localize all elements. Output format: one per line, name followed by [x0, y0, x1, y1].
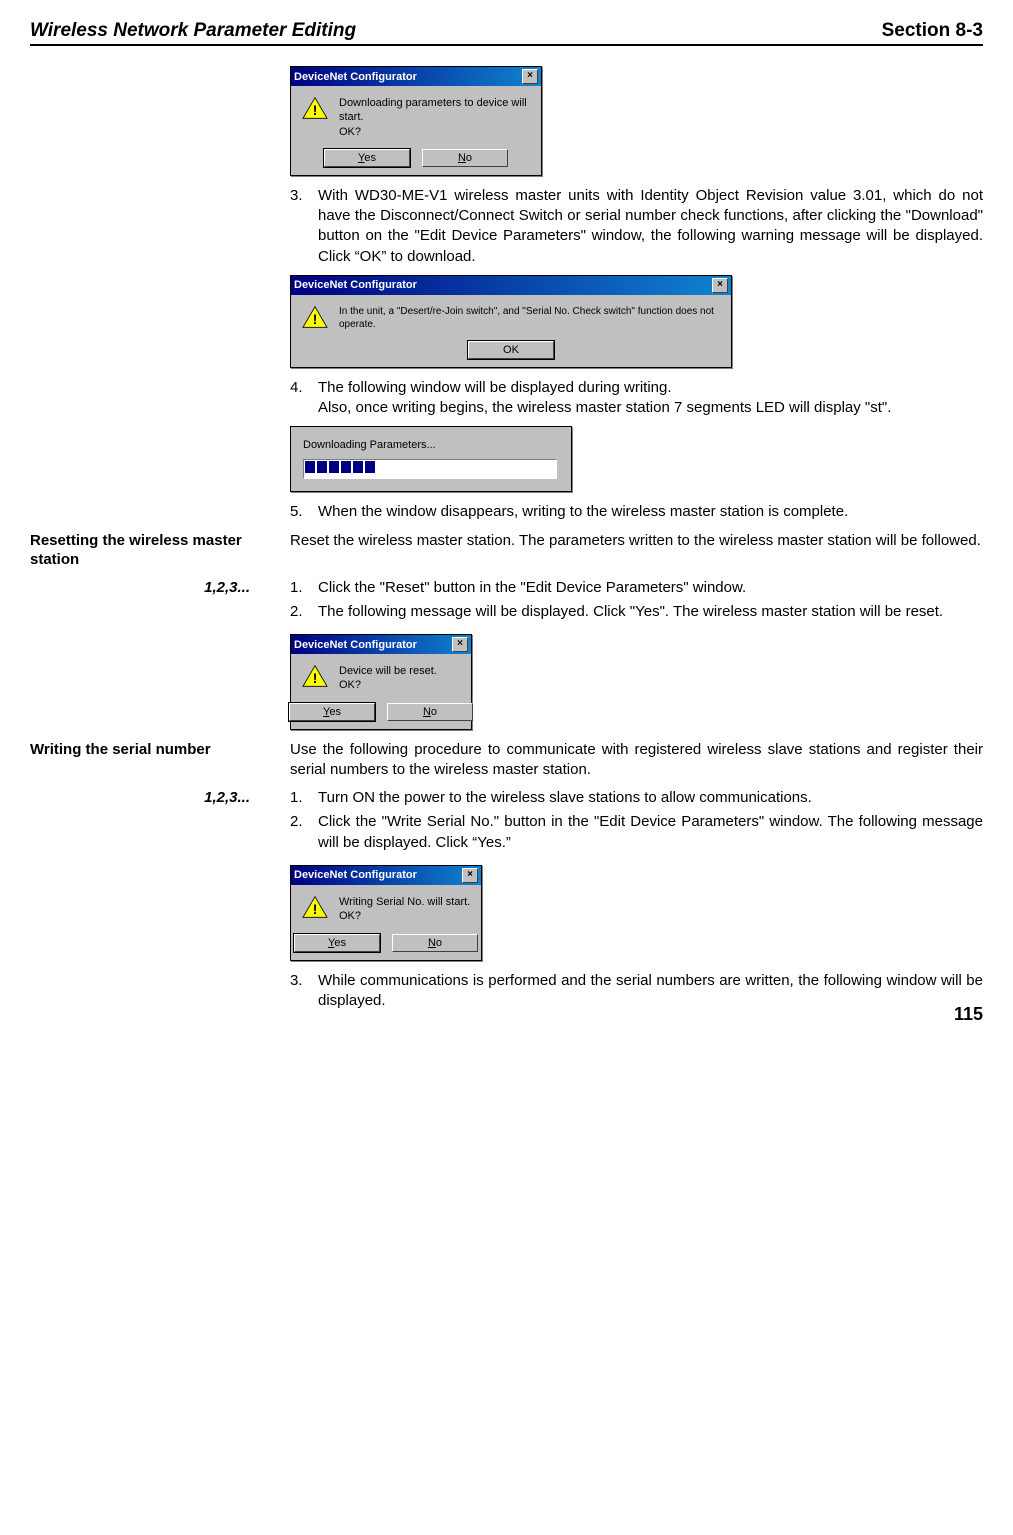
ok-button[interactable]: OK — [468, 341, 554, 359]
step-5: 5. When the window disappears, writing t… — [290, 502, 983, 522]
dialog-title: DeviceNet Configurator — [294, 869, 417, 881]
step-number: 2. — [290, 812, 318, 853]
step-number: 3. — [290, 971, 318, 1012]
steps-label: 1,2,3... — [30, 788, 270, 808]
dialog-message: In the unit, a "Desert/re-Join switch", … — [339, 305, 721, 331]
step-number: 1. — [290, 578, 318, 598]
step-text: With WD30-ME-V1 wireless master units wi… — [318, 186, 983, 267]
dialog-titlebar: DeviceNet Configurator × — [291, 276, 731, 295]
section-heading-serial: Writing the serial number — [30, 740, 270, 760]
section-intro: Reset the wireless master station. The p… — [290, 531, 983, 551]
page-number: 115 — [954, 1004, 983, 1025]
dialog-message: Downloading parameters to device will st… — [339, 96, 531, 139]
svg-text:!: ! — [313, 103, 318, 118]
warning-icon: ! — [301, 96, 329, 120]
dialog-title: DeviceNet Configurator — [294, 639, 417, 651]
dialog-titlebar: DeviceNet Configurator × — [291, 866, 481, 885]
progress-label: Downloading Parameters... — [303, 439, 559, 451]
yes-button[interactable]: Yes — [294, 934, 380, 952]
dialog-titlebar: DeviceNet Configurator × — [291, 635, 471, 654]
dialog-titlebar: DeviceNet Configurator × — [291, 67, 541, 86]
reset-step-1: 1. Click the "Reset" button in the "Edit… — [290, 578, 983, 598]
dialog-title: DeviceNet Configurator — [294, 279, 417, 291]
warning-icon: ! — [301, 664, 329, 688]
progress-dialog: Downloading Parameters... — [290, 426, 572, 492]
step-text: The following message will be displayed.… — [318, 602, 983, 622]
write-serial-dialog: DeviceNet Configurator × ! Writing Seria… — [290, 865, 482, 961]
no-button[interactable]: No — [422, 149, 508, 167]
serial-step-1: 1. Turn ON the power to the wireless sla… — [290, 788, 983, 808]
step-number: 4. — [290, 378, 318, 419]
close-icon[interactable]: × — [522, 69, 538, 84]
progress-bar — [303, 459, 557, 479]
step-text: Click the "Write Serial No." button in t… — [318, 812, 983, 853]
svg-text:!: ! — [313, 671, 318, 686]
step-text: When the window disappears, writing to t… — [318, 502, 983, 522]
no-button[interactable]: No — [387, 703, 473, 721]
no-button[interactable]: No — [392, 934, 478, 952]
yes-button[interactable]: Yes — [289, 703, 375, 721]
svg-text:!: ! — [313, 902, 318, 917]
dialog-message: Writing Serial No. will start. OK? — [339, 895, 470, 924]
step-text: While communications is performed and th… — [318, 971, 983, 1012]
svg-text:!: ! — [313, 312, 318, 327]
dialog-message: Device will be reset. OK? — [339, 664, 437, 693]
step-text: The following window will be displayed d… — [318, 378, 983, 419]
step-3: 3. With WD30-ME-V1 wireless master units… — [290, 186, 983, 267]
reset-step-2: 2. The following message will be display… — [290, 602, 983, 622]
step-4: 4. The following window will be displaye… — [290, 378, 983, 419]
header-title: Wireless Network Parameter Editing — [30, 20, 356, 42]
warning-dialog: DeviceNet Configurator × ! In the unit, … — [290, 275, 732, 368]
close-icon[interactable]: × — [452, 637, 468, 652]
dialog-title: DeviceNet Configurator — [294, 71, 417, 83]
step-number: 3. — [290, 186, 318, 267]
yes-button[interactable]: Yes — [324, 149, 410, 167]
warning-icon: ! — [301, 895, 329, 919]
page-header: Wireless Network Parameter Editing Secti… — [30, 20, 983, 46]
serial-step-3: 3. While communications is performed and… — [290, 971, 983, 1012]
reset-confirm-dialog: DeviceNet Configurator × ! Device will b… — [290, 634, 472, 730]
step-number: 1. — [290, 788, 318, 808]
download-confirm-dialog: DeviceNet Configurator × ! Downloading p… — [290, 66, 542, 176]
section-heading-reset: Resetting the wireless master station — [30, 531, 270, 570]
header-section: Section 8-3 — [882, 20, 983, 42]
step-text: Turn ON the power to the wireless slave … — [318, 788, 983, 808]
section-intro: Use the following procedure to communica… — [290, 740, 983, 781]
step-number: 5. — [290, 502, 318, 522]
warning-icon: ! — [301, 305, 329, 329]
close-icon[interactable]: × — [712, 278, 728, 293]
steps-label: 1,2,3... — [30, 578, 270, 598]
step-text: Click the "Reset" button in the "Edit De… — [318, 578, 983, 598]
step-number: 2. — [290, 602, 318, 622]
close-icon[interactable]: × — [462, 868, 478, 883]
serial-step-2: 2. Click the "Write Serial No." button i… — [290, 812, 983, 853]
